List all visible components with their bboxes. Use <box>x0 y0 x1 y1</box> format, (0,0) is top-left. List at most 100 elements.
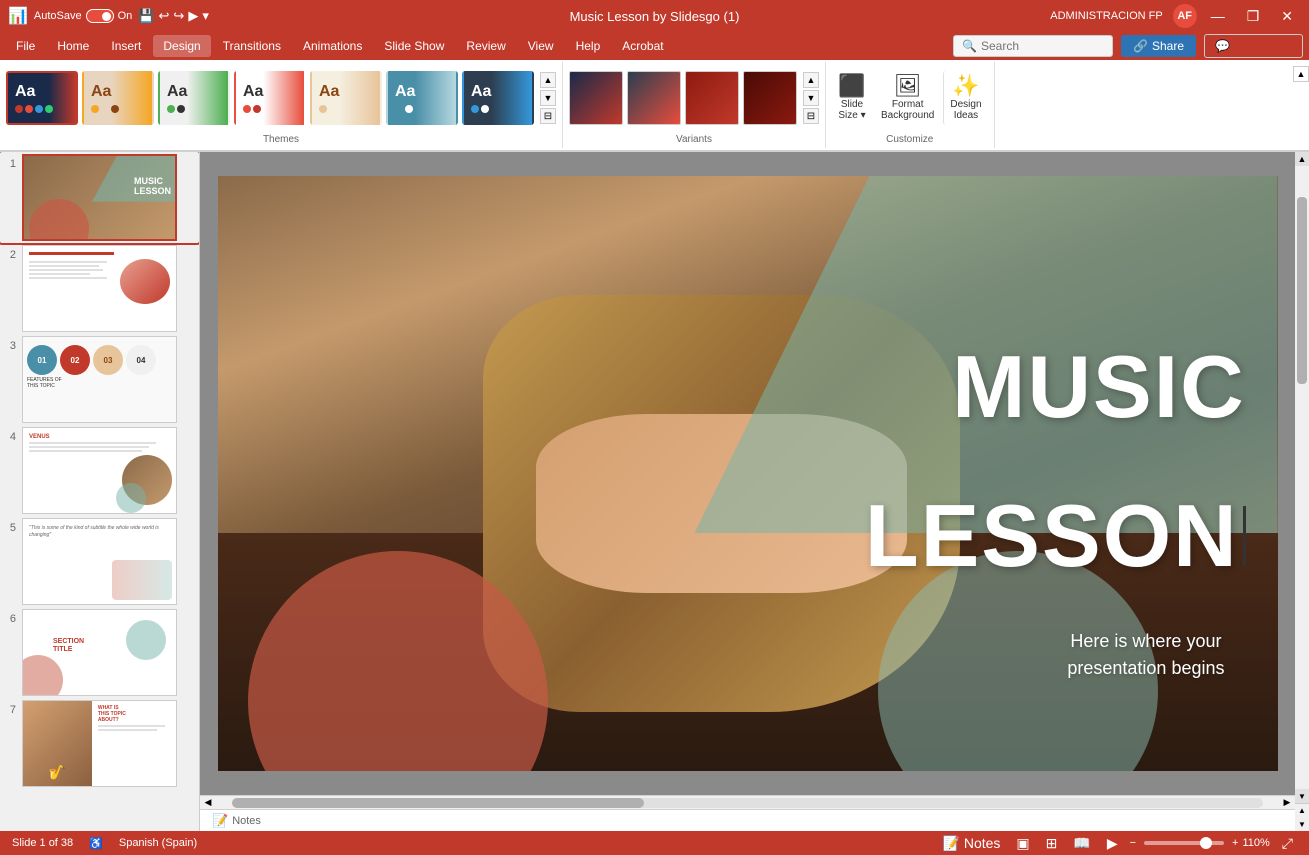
hscroll-track[interactable] <box>232 798 1263 808</box>
slide-thumb-3[interactable]: 01 02 03 04 FEATURES OFTHIS TOPIC <box>22 336 177 423</box>
theme-scroll-down[interactable]: ▼ <box>540 90 556 106</box>
notes-bar[interactable]: 📝 Notes <box>200 809 1295 831</box>
theme-scroll[interactable]: ▲ ▼ ⊟ <box>540 72 556 124</box>
hscroll-right-btn[interactable]: ▶ <box>1279 796 1295 810</box>
variant-1[interactable] <box>569 71 623 125</box>
variants-scroll-up[interactable]: ▲ <box>803 72 819 88</box>
theme-2[interactable]: Aa <box>82 71 154 125</box>
theme-3[interactable]: Aa <box>158 71 230 125</box>
slide-item-1[interactable]: 1 MUSICLESSON <box>0 152 199 243</box>
next-slide-btn[interactable]: ▼ <box>1295 817 1309 831</box>
fit-slide-btn[interactable]: ⤢ <box>1278 833 1297 854</box>
accessibility-icon: ♿ <box>89 837 103 850</box>
zoom-slider[interactable] <box>1144 841 1224 845</box>
text-cursor <box>1243 506 1246 566</box>
slide-thumb-5[interactable]: "This is some of the kind of subtitle th… <box>22 518 177 605</box>
design-ideas-button[interactable]: ✨ DesignIdeas <box>943 71 987 125</box>
slide-subtitle[interactable]: Here is where yourpresentation begins <box>1067 628 1224 682</box>
menu-transitions[interactable]: Transitions <box>213 35 291 57</box>
comments-button[interactable]: 💬 Comments <box>1204 34 1303 58</box>
variant-4[interactable] <box>743 71 797 125</box>
menu-animations[interactable]: Animations <box>293 35 372 57</box>
slide-show-btn[interactable]: ▶ <box>1103 833 1122 854</box>
horizontal-scrollbar[interactable]: ◀ ▶ <box>200 795 1295 809</box>
menu-help[interactable]: Help <box>566 35 611 57</box>
save-icon[interactable]: 💾 <box>138 8 154 24</box>
menu-acrobat[interactable]: Acrobat <box>612 35 673 57</box>
slide-thumb-7[interactable]: 🎷 WHAT ISTHIS TOPICABOUT? <box>22 700 177 787</box>
variants-scroll-more[interactable]: ⊟ <box>803 108 819 124</box>
theme-scroll-up[interactable]: ▲ <box>540 72 556 88</box>
slide-title-music[interactable]: MUSIC <box>952 343 1246 431</box>
share-icon: 🔗 <box>1133 39 1148 53</box>
slide-thumb-1[interactable]: MUSICLESSON <box>22 154 177 241</box>
menu-insert[interactable]: Insert <box>101 35 151 57</box>
theme-6[interactable]: Aa <box>386 71 458 125</box>
vscroll-down-btn[interactable]: ▼ <box>1295 789 1309 803</box>
slide-item-7[interactable]: 7 🎷 WHAT ISTHIS TOPICABOUT? <box>0 698 199 789</box>
menu-view[interactable]: View <box>518 35 564 57</box>
theme-5[interactable]: Aa <box>310 71 382 125</box>
zoom-thumb[interactable] <box>1200 837 1212 849</box>
customize-buttons: ⬛ SlideSize ▾ <box>832 71 872 125</box>
slide-item-5[interactable]: 5 "This is some of the kind of subtitle … <box>0 516 199 607</box>
autosave-switch[interactable] <box>86 9 114 23</box>
share-button[interactable]: 🔗 Share <box>1121 35 1196 57</box>
slide-item-4[interactable]: 4 VENUS <box>0 425 199 516</box>
theme-1[interactable]: Aa <box>6 71 78 125</box>
slide-sorter-btn[interactable]: ⊞ <box>1042 833 1062 854</box>
prev-slide-btn[interactable]: ▲ <box>1295 803 1309 817</box>
vertical-scrollbar[interactable]: ▲ ▼ ▲ ▼ <box>1295 152 1309 831</box>
theme-scroll-more[interactable]: ⊟ <box>540 108 556 124</box>
reading-view-btn[interactable]: 📖 <box>1069 833 1094 854</box>
minimize-button[interactable]: — <box>1203 6 1233 26</box>
slide-number-3: 3 <box>2 340 16 352</box>
notes-view-btn[interactable]: 📝 Notes <box>939 833 1005 854</box>
hscroll-left-btn[interactable]: ◀ <box>200 796 216 810</box>
format-background-button[interactable]: 🖼 FormatBackground <box>875 71 940 125</box>
slide-item-6[interactable]: 6 SECTIONTITLE <box>0 607 199 698</box>
main-slide[interactable]: MUSIC LESSON Here is where yourpresentat… <box>218 176 1278 771</box>
menu-home[interactable]: Home <box>47 35 99 57</box>
slide-info: Slide 1 of 38 <box>12 837 73 849</box>
undo-icon[interactable]: ↩ <box>159 8 170 24</box>
search-box[interactable]: 🔍 <box>953 35 1113 57</box>
theme-4[interactable]: Aa <box>234 71 306 125</box>
vscroll-track[interactable] <box>1295 166 1309 789</box>
autosave-toggle[interactable]: AutoSave On <box>34 9 132 23</box>
zoom-in-icon[interactable]: + <box>1232 837 1238 849</box>
variants-scroll[interactable]: ▲ ▼ ⊟ <box>803 72 819 124</box>
hscroll-thumb[interactable] <box>232 798 644 808</box>
themes-inner: Aa Aa <box>6 62 556 134</box>
menu-design[interactable]: Design <box>153 35 210 57</box>
present-icon[interactable]: ▶ <box>188 8 198 24</box>
search-input[interactable] <box>981 39 1101 53</box>
menu-slideshow[interactable]: Slide Show <box>374 35 454 57</box>
menu-file[interactable]: File <box>6 35 45 57</box>
slide-thumb-4[interactable]: VENUS <box>22 427 177 514</box>
slide-thumb-6[interactable]: SECTIONTITLE <box>22 609 177 696</box>
notes-label[interactable]: Notes <box>232 815 261 827</box>
ribbon-collapse-button[interactable]: ▲ <box>1293 66 1309 82</box>
maximize-button[interactable]: ❐ <box>1239 6 1268 27</box>
slide-panel-inner[interactable]: 1 MUSICLESSON 2 <box>0 152 199 831</box>
vscroll-thumb[interactable] <box>1297 197 1307 384</box>
slide-item-3[interactable]: 3 01 02 03 04 FEATURES OFTHIS TOPIC <box>0 334 199 425</box>
slide-item-2[interactable]: 2 <box>0 243 199 334</box>
variant-2[interactable] <box>627 71 681 125</box>
slide-title-lesson[interactable]: LESSON <box>865 485 1239 587</box>
normal-view-btn[interactable]: ▣ <box>1012 833 1033 854</box>
slide-size-button[interactable]: ⬛ SlideSize ▾ <box>832 71 872 125</box>
slide-canvas-container[interactable]: MUSIC LESSON Here is where yourpresentat… <box>200 152 1295 795</box>
more-icon[interactable]: ▾ <box>202 8 209 24</box>
zoom-out-icon[interactable]: − <box>1130 837 1136 849</box>
variants-scroll-down[interactable]: ▼ <box>803 90 819 106</box>
close-button[interactable]: ✕ <box>1273 6 1301 27</box>
variant-3[interactable] <box>685 71 739 125</box>
vscroll-up-btn[interactable]: ▲ <box>1295 152 1309 166</box>
redo-icon[interactable]: ↪ <box>173 8 184 24</box>
slide-thumb-2[interactable] <box>22 245 177 332</box>
theme-7[interactable]: Aa <box>462 71 534 125</box>
menu-review[interactable]: Review <box>456 35 515 57</box>
app-icon: 📊 <box>8 6 28 26</box>
